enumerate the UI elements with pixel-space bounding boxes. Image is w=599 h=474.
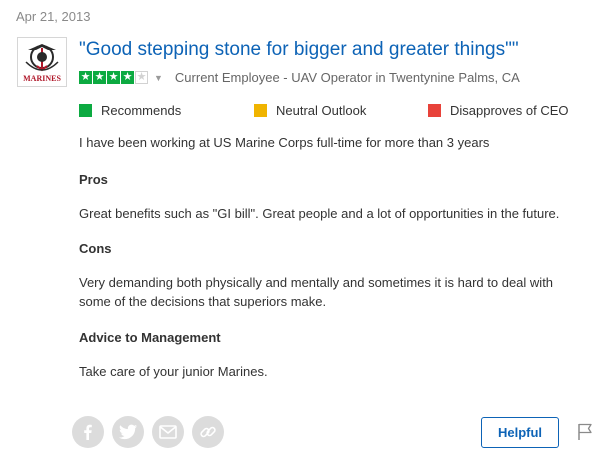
yellow-square-icon — [254, 104, 267, 117]
star-filled-icon: ★ — [79, 70, 92, 84]
indicator-label: Recommends — [101, 103, 182, 118]
share-buttons — [72, 416, 232, 448]
helpful-button[interactable]: Helpful — [481, 417, 559, 448]
indicator-ceo: Disapproves of CEO — [428, 103, 569, 118]
link-share-button[interactable] — [192, 416, 224, 448]
star-filled-icon: ★ — [93, 70, 106, 84]
indicator-recommends: Recommends — [79, 103, 181, 118]
advice-heading: Advice to Management — [79, 330, 221, 345]
facebook-icon — [84, 424, 92, 440]
reviewer-job-title: Current Employee - UAV Operator in Twent… — [174, 69, 520, 85]
twitter-icon — [119, 424, 137, 440]
star-empty-icon: ★ — [135, 70, 148, 84]
star-rating[interactable]: ★ ★ ★ ★ ★ — [79, 70, 149, 84]
red-square-icon — [428, 104, 441, 117]
email-icon — [159, 425, 177, 439]
email-share-button[interactable] — [152, 416, 184, 448]
logo-text: MARINES — [23, 74, 61, 83]
pros-text: Great benefits such as "GI bill". Great … — [79, 206, 560, 221]
review-indicators: Recommends Neutral Outlook Disapproves o… — [79, 103, 579, 119]
pros-heading: Pros — [79, 172, 108, 187]
facebook-share-button[interactable] — [72, 416, 104, 448]
twitter-share-button[interactable] — [112, 416, 144, 448]
flag-icon — [578, 423, 592, 440]
indicator-label: Neutral Outlook — [276, 103, 367, 118]
company-logo[interactable]: MARINES — [17, 37, 67, 87]
indicator-label: Disapproves of CEO — [450, 103, 569, 118]
chevron-down-icon[interactable]: ▼ — [154, 73, 163, 83]
advice-text: Take care of your junior Marines. — [79, 364, 268, 379]
review-meta: ★ ★ ★ ★ ★ ▼ Current Employee - UAV Operator … — [79, 69, 520, 85]
cons-heading: Cons — [79, 241, 112, 256]
review-title[interactable]: "Good stepping stone for bigger and grea… — [79, 39, 519, 61]
employment-status: I have been working at US Marine Corps f… — [79, 135, 490, 150]
star-filled-icon: ★ — [121, 70, 134, 84]
cons-text-line-2: some of the decisions that superiors mak… — [79, 294, 327, 309]
indicator-outlook: Neutral Outlook — [254, 103, 366, 118]
green-square-icon — [79, 104, 92, 117]
star-filled-icon: ★ — [107, 70, 120, 84]
link-icon — [200, 426, 216, 438]
marines-emblem-icon: MARINES — [22, 44, 62, 83]
review-date: Apr 21, 2013 — [16, 9, 91, 24]
cons-text-line-1: Very demanding both physically and menta… — [79, 275, 554, 290]
flag-button[interactable] — [577, 423, 593, 446]
